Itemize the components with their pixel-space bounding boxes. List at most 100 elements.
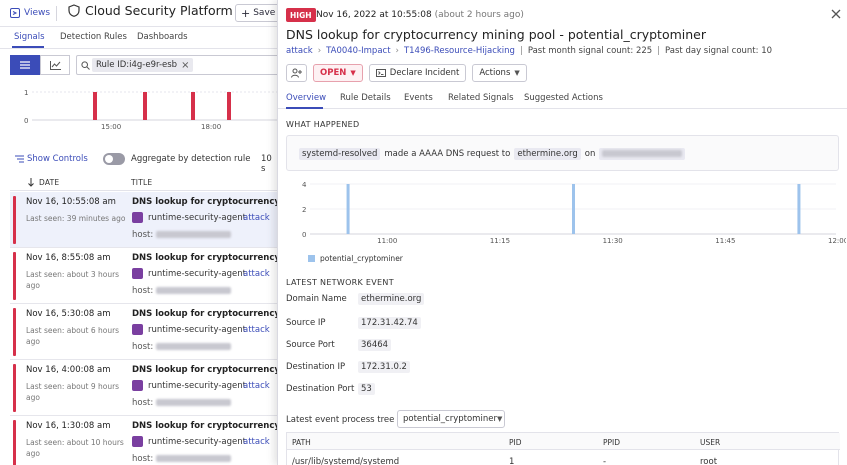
row-last-seen: Last seen: 39 minutes ago bbox=[26, 214, 126, 223]
row-date: Nov 16, 5:30:08 am bbox=[26, 309, 111, 319]
severity-bar bbox=[13, 196, 16, 244]
detail-tabs: Overview Rule Details Events Related Sig… bbox=[278, 89, 847, 109]
tab-events[interactable]: Events bbox=[404, 93, 433, 103]
column-user: USER bbox=[700, 438, 721, 447]
row-host: host: bbox=[132, 398, 231, 408]
network-field-label: Domain Name bbox=[286, 294, 347, 304]
process-pill[interactable]: systemd-resolved bbox=[299, 148, 381, 160]
actions-dropdown[interactable]: Actions ▼ bbox=[472, 64, 527, 82]
tab-overview[interactable]: Overview bbox=[286, 93, 326, 103]
assign-user-button[interactable] bbox=[286, 64, 307, 82]
chart-bar bbox=[797, 184, 801, 234]
declare-incident-label: Declare Incident bbox=[389, 68, 460, 78]
status-dropdown[interactable]: OPEN ▼ bbox=[313, 64, 363, 82]
table-row[interactable]: Nov 16, 1:30:08 am Last seen: about 10 ho… bbox=[10, 416, 278, 465]
redacted-host bbox=[155, 287, 231, 294]
column-ppid: PPID bbox=[603, 438, 621, 447]
row-host-label: host: bbox=[132, 398, 154, 408]
save-button[interactable]: + Save bbox=[235, 4, 278, 22]
network-field-value[interactable]: 36464 bbox=[358, 339, 392, 351]
tag-tactic[interactable]: TA0040-Impact bbox=[326, 46, 390, 56]
list-view-button[interactable] bbox=[10, 55, 40, 75]
y-tick-label: 0 bbox=[302, 231, 306, 239]
row-attack-tag[interactable]: attack bbox=[243, 213, 270, 223]
list-toolbar: Rule ID:i4g-e9r-esb × bbox=[0, 52, 278, 78]
signal-timestamp: Nov 16, 2022 at 10:55:08 (about 2 hours … bbox=[316, 10, 524, 20]
line-chart-icon bbox=[49, 60, 61, 70]
show-controls-icon bbox=[15, 155, 24, 163]
show-controls-button[interactable]: Show Controls bbox=[27, 154, 88, 164]
process-tree-select[interactable]: potential_cryptominer ▼ bbox=[397, 410, 505, 428]
network-field-value[interactable]: ethermine.org bbox=[358, 293, 425, 305]
timestamp-text: Nov 16, 2022 at 10:55:08 bbox=[316, 10, 432, 20]
declare-incident-button[interactable]: Declare Incident bbox=[368, 64, 467, 82]
redacted-host bbox=[602, 150, 683, 157]
table-row[interactable]: Nov 16, 4:00:08 am Last seen: about 9 hou… bbox=[10, 360, 278, 416]
agent-icon bbox=[132, 436, 143, 447]
plus-icon: + bbox=[241, 6, 251, 20]
app-title[interactable]: Cloud Security Platform bbox=[68, 3, 247, 18]
column-title[interactable]: TITLE bbox=[131, 178, 152, 187]
column-date[interactable]: DATE bbox=[39, 178, 59, 187]
divider: | bbox=[657, 46, 661, 56]
add-user-icon bbox=[291, 68, 302, 78]
what-happened-box: systemd-resolved made a AAAA DNS request… bbox=[286, 135, 839, 171]
network-field-value[interactable]: 172.31.42.74 bbox=[358, 317, 421, 329]
row-host-label: host: bbox=[132, 454, 154, 464]
tab-rule-details[interactable]: Rule Details bbox=[340, 93, 391, 103]
domain-pill[interactable]: ethermine.org bbox=[514, 148, 581, 160]
network-field-value[interactable]: 172.31.0.2 bbox=[358, 361, 410, 373]
row-last-seen: Last seen: about 3 hours ago bbox=[26, 270, 120, 290]
chart-bar bbox=[93, 92, 97, 120]
process-tree-value: potential_cryptominer bbox=[403, 414, 497, 424]
search-input[interactable]: Rule ID:i4g-e9r-esb × bbox=[76, 55, 278, 75]
row-attack-tag[interactable]: attack bbox=[243, 437, 270, 447]
y-tick-label: 0 bbox=[24, 117, 28, 125]
signal-count: 10 s bbox=[261, 154, 272, 174]
process-ppid: - bbox=[603, 457, 607, 465]
row-agent: runtime-security-agent bbox=[148, 437, 246, 447]
tab-detection-rules[interactable]: Detection Rules bbox=[60, 32, 127, 42]
tab-signals[interactable]: Signals bbox=[14, 32, 45, 42]
sort-arrow-down-icon[interactable] bbox=[28, 178, 34, 187]
tag-technique[interactable]: T1496-Resource-Hijacking bbox=[404, 46, 515, 56]
close-icon[interactable]: × bbox=[181, 60, 189, 71]
table-row[interactable]: Nov 16, 10:55:08 am Last seen: 39 minutes… bbox=[10, 192, 278, 248]
x-tick-label: 11:45 bbox=[715, 237, 735, 245]
redacted-host bbox=[155, 231, 231, 238]
host-pill[interactable] bbox=[599, 148, 686, 160]
y-tick-label: 1 bbox=[24, 89, 28, 97]
row-attack-tag[interactable]: attack bbox=[243, 325, 270, 335]
row-title: DNS lookup for cryptocurrency minin bbox=[132, 309, 278, 319]
search-filter-chip[interactable]: Rule ID:i4g-e9r-esb × bbox=[92, 58, 194, 72]
row-agent: runtime-security-agent bbox=[148, 213, 246, 223]
aggregate-toggle[interactable] bbox=[103, 153, 125, 165]
active-tab-indicator bbox=[12, 46, 44, 48]
row-last-seen: Last seen: about 6 hours ago bbox=[26, 326, 120, 346]
network-event-heading: LATEST NETWORK EVENT bbox=[286, 278, 394, 287]
views-button[interactable]: Views bbox=[4, 4, 56, 22]
tag-attack[interactable]: attack bbox=[286, 46, 313, 56]
close-icon[interactable] bbox=[829, 7, 843, 21]
signals-list-panel: Views Cloud Security Platform + Save Sig… bbox=[0, 0, 278, 465]
tab-dashboards[interactable]: Dashboards bbox=[137, 32, 188, 42]
table-row[interactable]: Nov 16, 5:30:08 am Last seen: about 6 hou… bbox=[10, 304, 278, 360]
severity-badge: HIGH bbox=[286, 8, 316, 22]
row-attack-tag[interactable]: attack bbox=[243, 269, 270, 279]
tab-suggested-actions[interactable]: Suggested Actions bbox=[524, 93, 603, 103]
signals-histogram: 1 0 15:00 18:00 bbox=[24, 89, 278, 131]
network-field-label: Destination Port bbox=[286, 384, 355, 394]
table-row[interactable]: Nov 16, 8:55:08 am Last seen: about 3 hou… bbox=[10, 248, 278, 304]
tab-related-signals[interactable]: Related Signals bbox=[448, 93, 514, 103]
severity-bar bbox=[13, 252, 16, 300]
list-icon bbox=[20, 61, 30, 69]
network-field-value[interactable]: 53 bbox=[358, 383, 375, 395]
severity-bar bbox=[13, 420, 16, 465]
row-attack-tag[interactable]: attack bbox=[243, 381, 270, 391]
past-day-count: Past day signal count: 10 bbox=[665, 46, 773, 56]
row-agent: runtime-security-agent bbox=[148, 269, 246, 279]
divider bbox=[56, 6, 57, 21]
status-label: OPEN bbox=[320, 68, 347, 78]
incident-icon bbox=[375, 69, 386, 77]
timeseries-view-button[interactable] bbox=[40, 55, 70, 75]
